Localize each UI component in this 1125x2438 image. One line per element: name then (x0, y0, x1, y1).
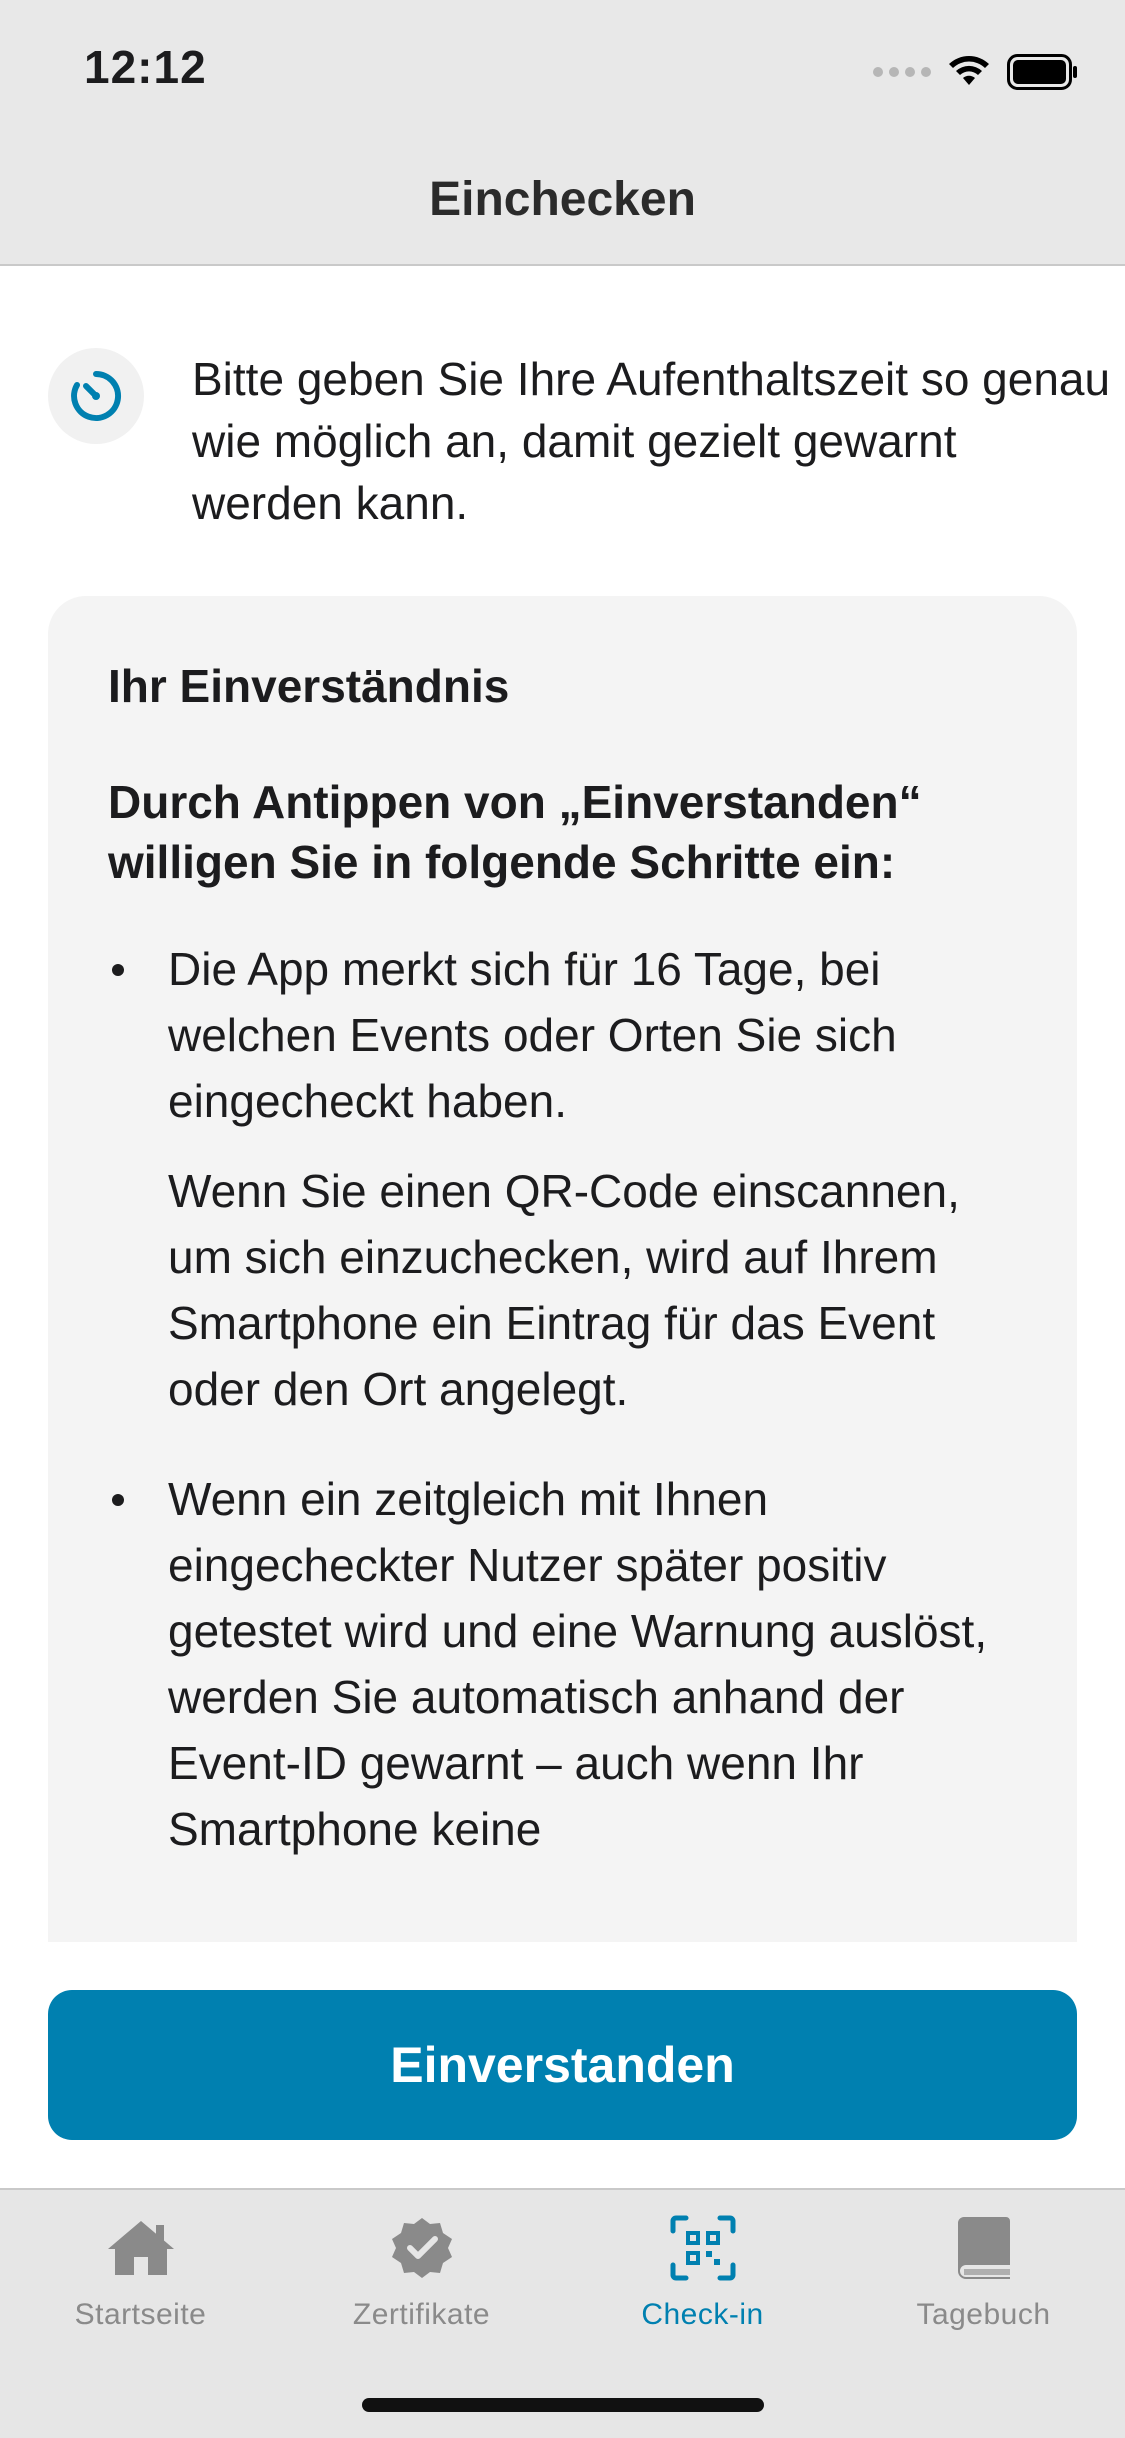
book-icon (948, 2212, 1020, 2284)
consent-lead: Durch Antippen von „Einverstanden“ willi… (108, 776, 922, 888)
wifi-icon (949, 56, 989, 85)
list-item-text: Die App merkt sich für 16 Tage, bei welc… (168, 943, 897, 1127)
bullet-dot (112, 964, 124, 976)
agree-button[interactable]: Einverstanden (48, 1990, 1077, 2140)
home-indicator[interactable] (362, 2398, 764, 2412)
tab-label: Zertifikate (352, 2298, 491, 2331)
list-item: Wenn ein zeitgleich mit Ihnen eingecheck… (108, 1466, 1028, 1862)
tab-label: Tagebuch (916, 2298, 1051, 2331)
list-item-text: Wenn Sie einen QR-Code einscannen, um si… (168, 1165, 960, 1415)
list-item: Die App merkt sich für 16 Tage, bei welc… (108, 936, 1028, 1422)
tab-check-in[interactable]: Check-in (562, 2212, 843, 2332)
navigation-bar: Einchecken (0, 132, 1125, 266)
home-icon (105, 2212, 177, 2284)
tab-startseite[interactable]: Startseite (0, 2212, 281, 2332)
intro-text: Bitte geben Sie Ihre Aufenthaltszeit so … (192, 353, 1111, 529)
bullet-dot (112, 1494, 124, 1506)
tab-zertifikate[interactable]: Zertifikate (281, 2212, 562, 2332)
status-bar: 12:12 (0, 0, 1125, 132)
status-time: 12:12 (84, 41, 207, 93)
status-icons (873, 52, 1079, 92)
cellular-signal-icon (873, 67, 931, 77)
certificate-icon (386, 2212, 458, 2284)
list-item-text: Wenn ein zeitgleich mit Ihnen eingecheck… (168, 1473, 988, 1855)
action-area: Einverstanden (0, 1942, 1125, 2188)
consent-title: Ihr Einverständnis (108, 660, 510, 712)
qr-code-icon (667, 2212, 739, 2284)
page-title: Einchecken (429, 173, 696, 226)
tab-tagebuch[interactable]: Tagebuch (843, 2212, 1124, 2332)
battery-icon (1007, 54, 1077, 90)
content-scroll-area[interactable]: Bitte geben Sie Ihre Aufenthaltszeit so … (0, 266, 1125, 1942)
consent-list: Die App merkt sich für 16 Tage, bei welc… (108, 936, 1028, 1862)
consent-card: Ihr Einverständnis Durch Antippen von „E… (48, 596, 1077, 1942)
tab-label: Check-in (641, 2298, 764, 2331)
timer-icon (48, 348, 144, 444)
tab-label: Startseite (74, 2298, 207, 2331)
